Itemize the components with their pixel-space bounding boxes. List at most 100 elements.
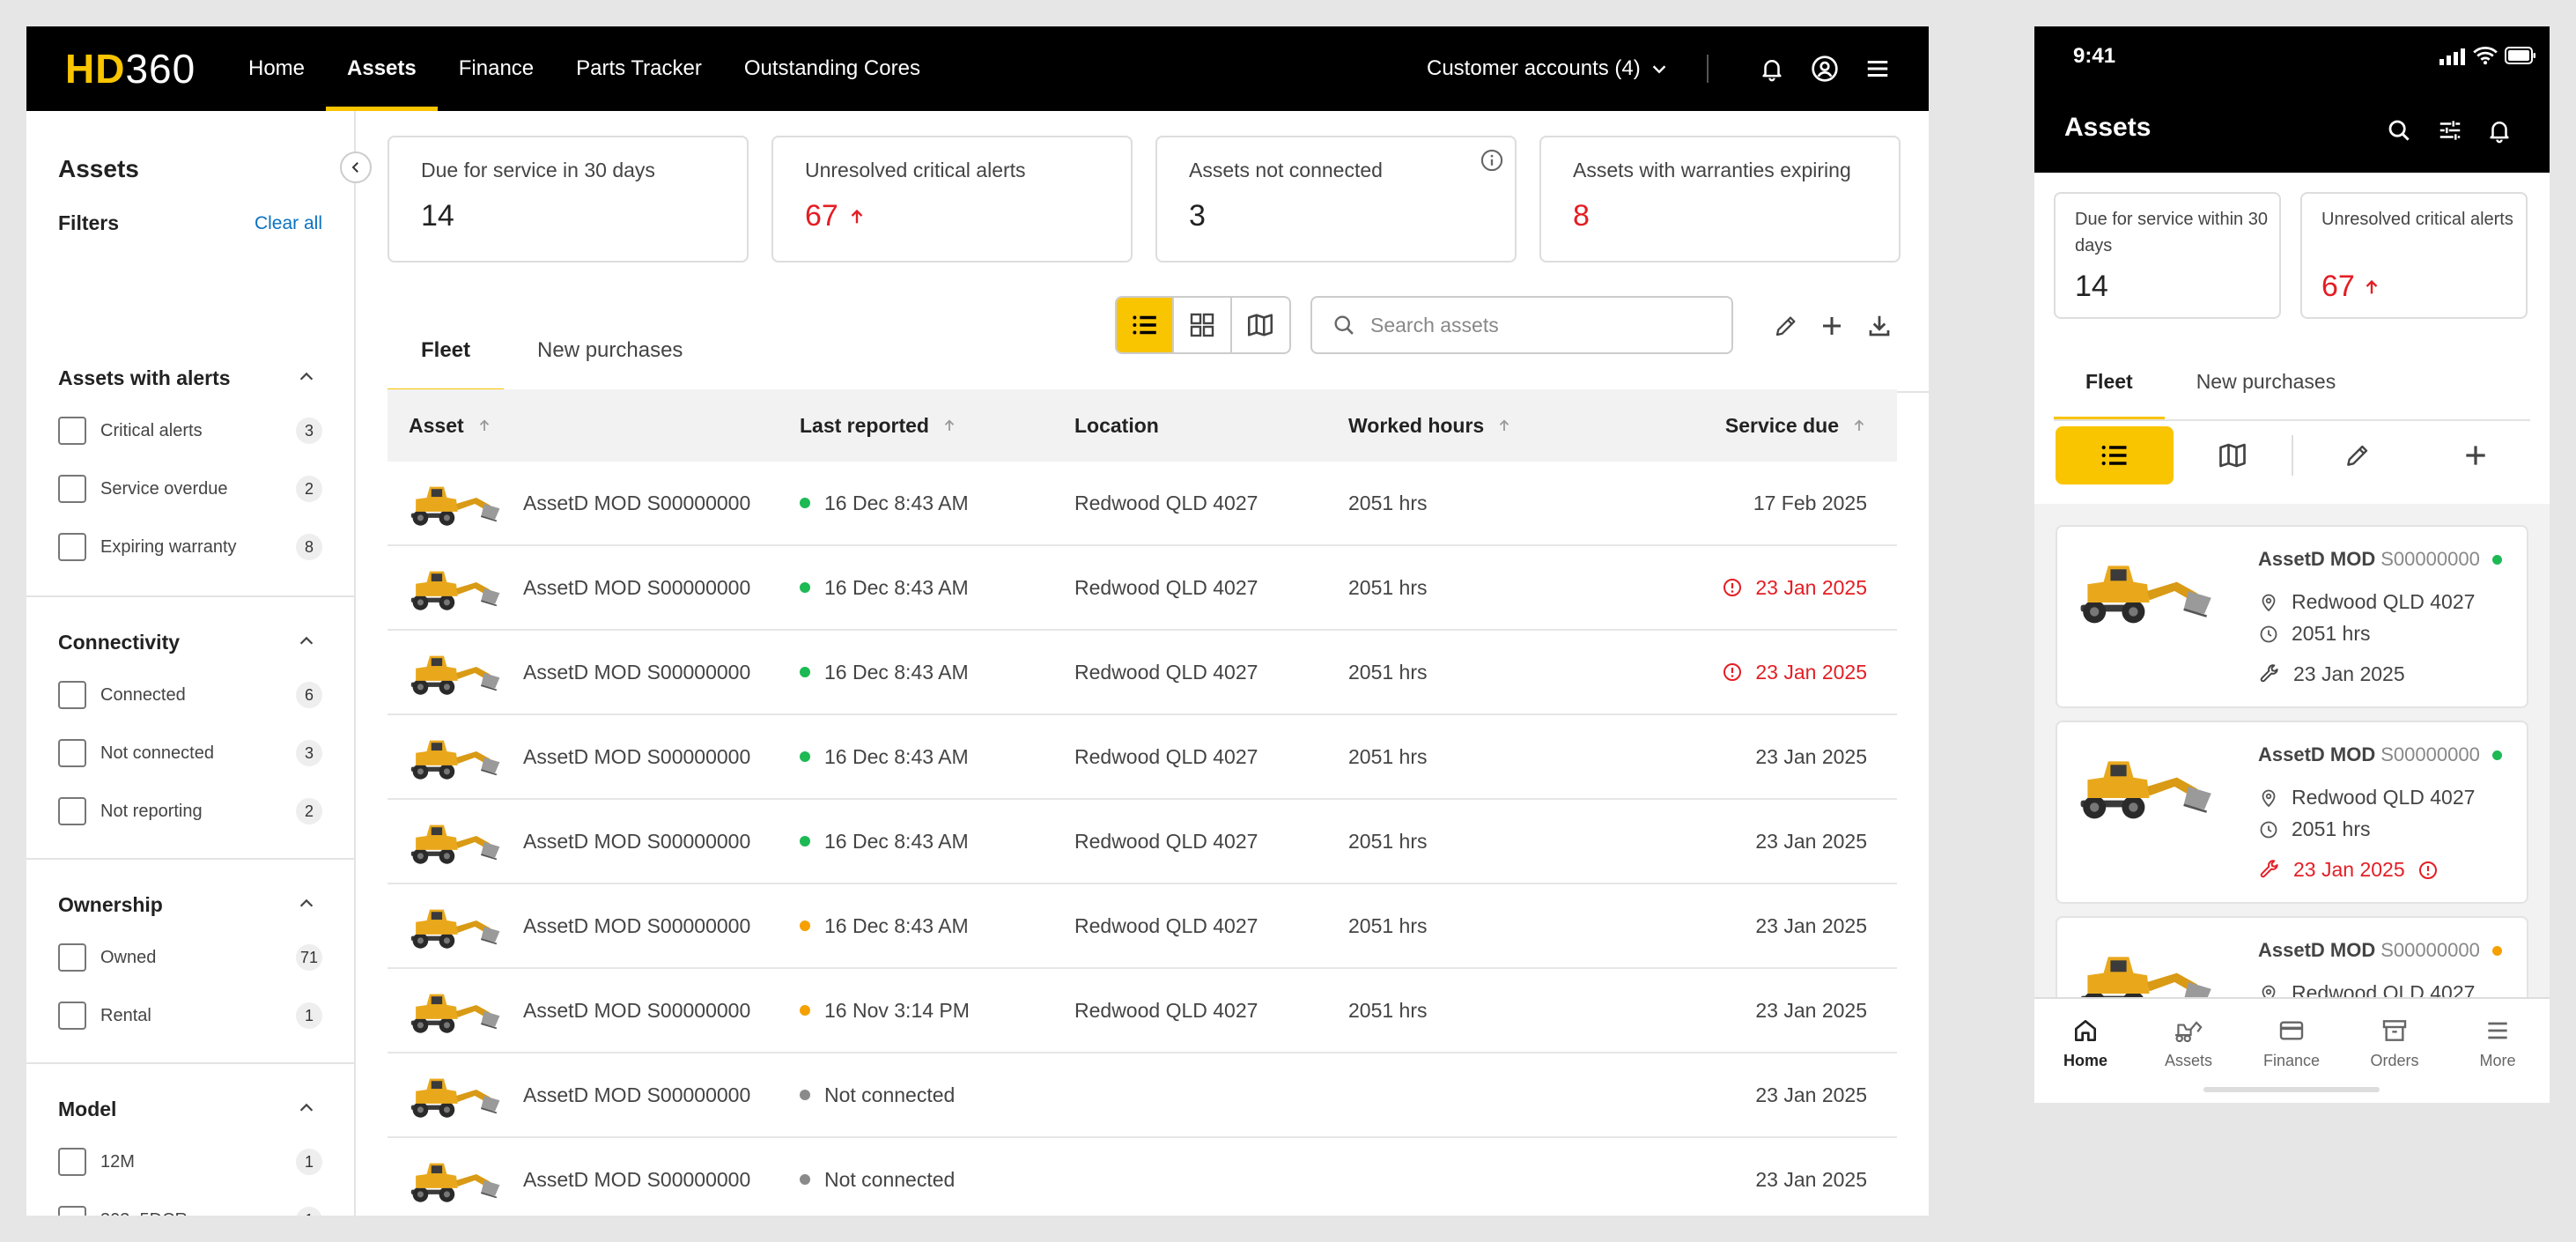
table-row[interactable]: AssetD MOD S00000000 16 Dec 8:43 AM Redwoo… [388, 884, 1897, 969]
chevron-left-icon [351, 162, 358, 173]
edit-icon[interactable] [1770, 310, 1802, 342]
search-input[interactable] [1370, 313, 1705, 337]
col-location[interactable]: Location [1074, 389, 1159, 462]
stat-card-service-due[interactable]: Due for service in 30 days 14 [388, 136, 749, 262]
service-due-text: 23 Jan 2025 [2293, 858, 2405, 881]
excavator-icon [2174, 1021, 2203, 1043]
nav-home[interactable]: Home [227, 26, 326, 111]
checkbox[interactable] [58, 1148, 86, 1176]
filter-option[interactable]: Rental 1 [58, 1001, 322, 1031]
user-circle-icon[interactable] [1807, 51, 1842, 86]
cell-location: Redwood QLD 4027 [1074, 998, 1258, 1022]
nav-parts-tracker[interactable]: Parts Tracker [555, 26, 723, 111]
tab-new-purchases[interactable]: New purchases [504, 308, 716, 393]
filter-option[interactable]: 303_5DCR1 [58, 1205, 322, 1216]
filter-option[interactable]: Not connected 3 [58, 738, 322, 768]
grid-view-icon [1190, 313, 1214, 337]
filter-option[interactable]: Service overdue 2 [58, 474, 322, 504]
tab-fleet[interactable]: Fleet [388, 308, 505, 393]
fleet-tabs: Fleet New purchases [2054, 342, 2367, 421]
tab-fleet[interactable]: Fleet [2054, 342, 2165, 421]
stat-card-critical-alerts[interactable]: Unresolved critical alerts 67 [771, 136, 1133, 262]
table-row[interactable]: AssetD MOD S00000000 16 Dec 8:43 AM Redwoo… [388, 715, 1897, 800]
filter-icon[interactable] [2434, 115, 2466, 146]
edit-button[interactable] [2299, 426, 2417, 484]
filter-option[interactable]: Critical alerts 3 [58, 416, 322, 446]
table-row[interactable]: AssetD MOD S00000000 16 Dec 8:43 AM Redwoo… [388, 800, 1897, 884]
last-reported-text: 16 Dec 8:43 AM [824, 491, 969, 514]
info-icon[interactable] [1480, 148, 1504, 173]
group-divider [26, 1062, 354, 1064]
bottom-nav-more[interactable]: More [2454, 1017, 2542, 1078]
cell-last-reported: Not connected [800, 1138, 955, 1216]
stat-card-warranties-expiring[interactable]: Assets with warranties expiring 8 [1539, 136, 1901, 262]
nav-assets[interactable]: Assets [326, 26, 438, 111]
map-view-button[interactable] [2174, 426, 2292, 484]
menu-icon[interactable] [1860, 51, 1895, 86]
filter-option[interactable]: Owned 71 [58, 943, 322, 972]
bell-icon[interactable] [2484, 115, 2515, 146]
list-view-button[interactable] [1117, 298, 1175, 352]
filter-option[interactable]: Connected 6 [58, 680, 322, 710]
bottom-nav-assets[interactable]: Assets [2144, 1017, 2233, 1078]
map-view-button[interactable] [1232, 298, 1289, 352]
chevron-up-icon[interactable] [294, 629, 319, 654]
checkbox[interactable] [58, 533, 86, 561]
chevron-up-icon[interactable] [294, 891, 319, 916]
chevron-up-icon[interactable] [294, 1096, 319, 1120]
customer-accounts-dropdown[interactable]: Customer accounts (4) [1427, 26, 1669, 111]
filter-option[interactable]: Expiring warranty 8 [58, 532, 322, 562]
search-assets-field[interactable] [1310, 296, 1733, 354]
add-button[interactable] [2417, 426, 2535, 484]
col-asset[interactable]: Asset [409, 389, 492, 462]
filter-option[interactable]: Not reporting 2 [58, 796, 322, 826]
bell-icon[interactable] [1754, 51, 1790, 86]
nav-finance[interactable]: Finance [438, 26, 555, 111]
fleet-tabs: Fleet New purchases [388, 308, 716, 393]
checkbox[interactable] [58, 739, 86, 767]
search-icon[interactable] [2383, 115, 2415, 146]
asset-card[interactable]: AssetD MODS00000000 Redwood QLD 4027 2051 … [2056, 525, 2528, 708]
checkbox[interactable] [58, 681, 86, 709]
plus-icon[interactable] [1816, 310, 1848, 342]
stat-card-service-due[interactable]: Due for service within 30 days 14 [2054, 192, 2281, 319]
filter-option[interactable]: 12M 1 [58, 1147, 322, 1177]
table-row[interactable]: AssetD MOD S00000000 16 Dec 8:43 AM Redwoo… [388, 631, 1897, 715]
table-row[interactable]: AssetD MOD S00000000 16 Dec 8:43 AM Redwoo… [388, 546, 1897, 631]
bottom-nav-home[interactable]: Home [2041, 1017, 2129, 1078]
checkbox[interactable] [58, 943, 86, 972]
checkbox[interactable] [58, 475, 86, 503]
col-worked-hours[interactable]: Worked hours [1348, 389, 1512, 462]
filter-group-title: Assets with alerts [58, 366, 231, 389]
cell-service-due: 23 Jan 2025 [1755, 884, 1867, 967]
list-view-button[interactable] [2056, 426, 2174, 484]
grid-view-button[interactable] [1174, 298, 1232, 352]
col-last-reported[interactable]: Last reported [800, 389, 957, 462]
cell-last-reported: 16 Nov 3:14 PM [800, 969, 970, 1052]
table-row[interactable]: AssetD MOD S00000000 Not connected 23 Jan … [388, 1138, 1897, 1216]
stat-card-not-connected[interactable]: Assets not connected 3 [1155, 136, 1517, 262]
bottom-nav-finance[interactable]: Finance [2248, 1017, 2336, 1078]
tab-new-purchases[interactable]: New purchases [2165, 342, 2368, 421]
bottom-nav-orders[interactable]: Orders [2351, 1017, 2439, 1078]
download-icon[interactable] [1864, 310, 1895, 342]
checkbox[interactable] [58, 417, 86, 445]
table-row[interactable]: AssetD MOD S00000000 16 Dec 8:43 AM Redwoo… [388, 462, 1897, 546]
asset-card[interactable]: AssetD MODS00000000 Redwood QLD 4027 2051 … [2056, 721, 2528, 904]
checkbox[interactable] [58, 797, 86, 825]
tabs-underline [2054, 419, 2530, 421]
table-row[interactable]: AssetD MOD S00000000 Not connected 23 Jan … [388, 1053, 1897, 1138]
col-service-due[interactable]: Service due [1725, 389, 1867, 462]
nav-outstanding-cores[interactable]: Outstanding Cores [723, 26, 941, 111]
table-row[interactable]: AssetD MOD S00000000 16 Nov 3:14 PM Redwoo… [388, 969, 1897, 1053]
checkbox[interactable] [58, 1206, 86, 1216]
checkbox[interactable] [58, 1002, 86, 1030]
divider [1707, 55, 1709, 83]
clear-all-link[interactable]: Clear all [255, 213, 322, 234]
asset-thumbnail [2078, 551, 2216, 631]
chevron-up-icon[interactable] [294, 365, 319, 389]
stat-card-critical-alerts[interactable]: Unresolved critical alerts 67 [2300, 192, 2528, 319]
service-due-text: 23 Jan 2025 [1755, 1167, 1867, 1191]
hd360-logo[interactable]: HD 360 [65, 46, 196, 92]
collapse-sidebar-button[interactable] [340, 152, 372, 183]
